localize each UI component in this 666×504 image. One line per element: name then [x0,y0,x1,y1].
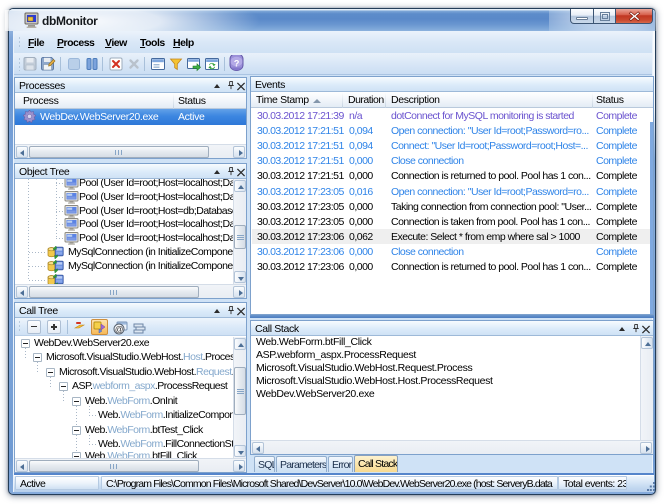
svg-text:?: ? [234,59,239,69]
svg-text:@: @ [115,324,123,334]
